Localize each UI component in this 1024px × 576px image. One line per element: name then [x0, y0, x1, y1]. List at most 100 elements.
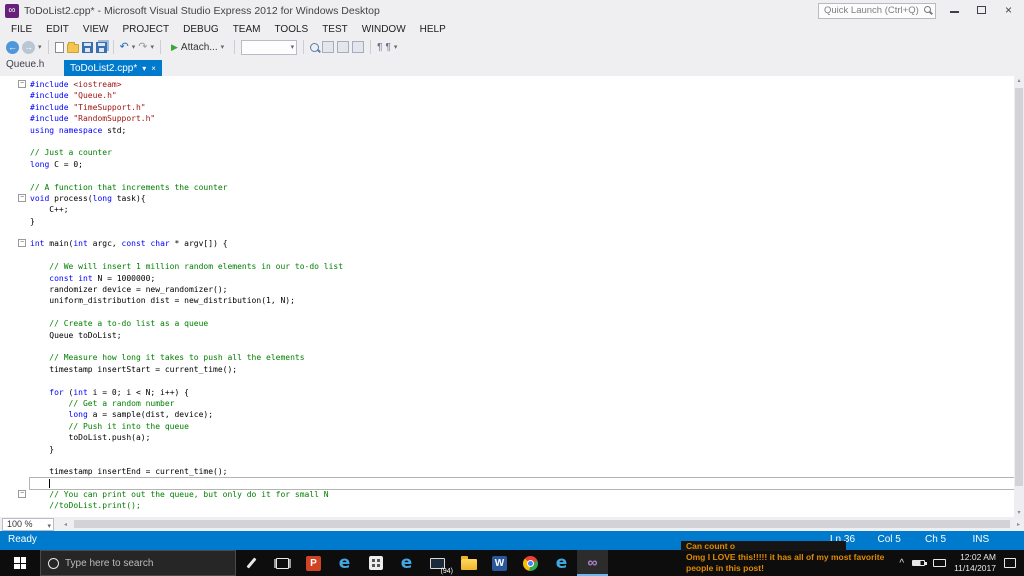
uncomment-icon[interactable]: [337, 41, 350, 53]
code-line[interactable]: using namespace std;: [30, 125, 1014, 136]
close-button[interactable]: ×: [995, 0, 1022, 19]
menu-view[interactable]: VIEW: [76, 24, 116, 35]
undo-icon[interactable]: ↶: [120, 41, 129, 53]
navigate-forward-icon[interactable]: →: [22, 40, 35, 54]
code-line[interactable]: // A function that increments the counte…: [30, 182, 1014, 193]
find-in-files-icon[interactable]: [310, 42, 320, 52]
quick-launch-input[interactable]: Quick Launch (Ctrl+Q): [818, 3, 936, 19]
code-line[interactable]: // Measure how long it takes to push all…: [30, 352, 1014, 363]
restore-button[interactable]: [968, 0, 995, 19]
code-line[interactable]: // We will insert 1 million random eleme…: [30, 261, 1014, 272]
code-line[interactable]: //toDoList.print();: [30, 500, 1014, 511]
code-line[interactable]: − int main(int argc, const char * argv[])…: [18, 238, 1014, 249]
code-line[interactable]: uniform_distribution dist = new_distribu…: [30, 295, 1014, 306]
code-line[interactable]: [30, 341, 1014, 352]
open-file-icon[interactable]: [66, 41, 79, 53]
code-line[interactable]: // Just a counter: [30, 147, 1014, 158]
code-line[interactable]: [30, 375, 1014, 386]
vertical-scrollbar[interactable]: ▴ ▾: [1014, 76, 1024, 517]
code-line[interactable]: for (int i = 0; i < N; i++) {: [30, 387, 1014, 398]
taskbar-pen-button[interactable]: [236, 550, 267, 576]
code-line[interactable]: toDoList.push(a);: [30, 432, 1014, 443]
bookmark-icon[interactable]: [352, 41, 365, 53]
code-line[interactable]: #include "Queue.h": [30, 90, 1014, 101]
zoom-dropdown[interactable]: 100 % ▾: [2, 517, 54, 531]
code-line[interactable]: − #include <iostream>: [18, 79, 1014, 90]
taskbar-file-explorer-button[interactable]: [453, 550, 484, 576]
menu-team[interactable]: TEAM: [226, 24, 268, 35]
save-all-icon[interactable]: [95, 41, 107, 53]
taskbar-powerpoint-button[interactable]: P: [298, 550, 329, 576]
taskbar-task-view-button[interactable]: [267, 550, 298, 576]
code-line[interactable]: Queue toDoList;: [30, 330, 1014, 341]
code-line[interactable]: − // You can print out the queue, but on…: [18, 489, 1014, 500]
code-line[interactable]: [30, 227, 1014, 238]
fold-collapse-icon[interactable]: −: [18, 80, 26, 88]
taskbar-chrome-button[interactable]: [515, 550, 546, 576]
vertical-scroll-thumb[interactable]: [1015, 88, 1023, 486]
scroll-left-icon[interactable]: ◂: [64, 521, 67, 528]
code-line[interactable]: }: [30, 444, 1014, 455]
navigate-back-icon[interactable]: ←: [6, 40, 19, 54]
code-editor[interactable]: − #include <iostream> #include "Queue.h" #i…: [0, 76, 1024, 517]
code-line[interactable]: #include "RandomSupport.h": [30, 113, 1014, 124]
code-line[interactable]: // Create a to-do list as a queue: [30, 318, 1014, 329]
taskbar-edge-button-2[interactable]: e: [391, 550, 422, 576]
code-line[interactable]: [30, 455, 1014, 466]
save-icon[interactable]: [81, 41, 93, 53]
navigate-dropdown-caret[interactable]: ▾: [38, 43, 42, 51]
taskbar-monitor-button[interactable]: (94): [422, 550, 453, 576]
menu-debug[interactable]: DEBUG: [176, 24, 226, 35]
code-line[interactable]: }: [30, 216, 1014, 227]
tab-todolist2-active[interactable]: ToDoList2.cpp* ▾ ×: [64, 60, 162, 76]
menu-project[interactable]: PROJECT: [115, 24, 176, 35]
menu-file[interactable]: FILE: [4, 24, 39, 35]
attach-button[interactable]: ▶ Attach... ▾: [167, 42, 228, 53]
code-line[interactable]: #include "TimeSupport.h": [30, 102, 1014, 113]
solution-configurations-dropdown[interactable]: ▾: [241, 39, 298, 55]
menu-help[interactable]: HELP: [413, 24, 453, 35]
minimize-button[interactable]: [941, 0, 968, 19]
toolbar-overflow-button[interactable]: ▾: [394, 43, 398, 51]
menu-test[interactable]: TEST: [315, 24, 355, 35]
scroll-up-icon[interactable]: ▴: [1014, 77, 1024, 84]
code-line[interactable]: // Push it into the queue: [30, 421, 1014, 432]
code-line[interactable]: [29, 476, 1014, 491]
scroll-down-icon[interactable]: ▾: [1014, 509, 1024, 516]
taskbar-edge-button-1[interactable]: e: [329, 550, 360, 576]
scroll-right-icon[interactable]: ▸: [1017, 521, 1020, 528]
undo-dropdown-caret[interactable]: ▾: [132, 43, 136, 51]
taskbar-edge-button-3[interactable]: e: [546, 550, 577, 576]
formatting-marks-icon-2[interactable]: ¶: [385, 42, 390, 53]
fold-collapse-icon[interactable]: −: [18, 193, 26, 202]
code-area[interactable]: − #include <iostream> #include "Queue.h" #i…: [0, 79, 1014, 517]
code-line[interactable]: [30, 307, 1014, 318]
taskbar-visual-studio-button[interactable]: ∞: [577, 550, 608, 576]
fold-collapse-icon[interactable]: −: [18, 490, 26, 499]
code-line[interactable]: const int N = 1000000;: [30, 273, 1014, 284]
code-line[interactable]: long C = 0;: [30, 159, 1014, 170]
taskbar-word-button[interactable]: W: [484, 550, 515, 576]
code-line[interactable]: timestamp insertEnd = current_time();: [30, 466, 1014, 477]
horizontal-scroll-thumb[interactable]: [74, 520, 1010, 528]
code-line[interactable]: [30, 250, 1014, 261]
comment-icon[interactable]: [322, 41, 335, 53]
code-line[interactable]: [30, 136, 1014, 147]
action-center-icon[interactable]: [1004, 558, 1016, 568]
tab-close-icon[interactable]: ×: [151, 64, 156, 73]
formatting-marks-icon[interactable]: ¶: [377, 42, 382, 53]
new-file-icon[interactable]: [54, 41, 64, 53]
code-line[interactable]: randomizer device = new_randomizer();: [30, 284, 1014, 295]
menu-tools[interactable]: TOOLS: [267, 24, 315, 35]
taskbar-store-button[interactable]: [360, 550, 391, 576]
code-line[interactable]: timestamp insertStart = current_time();: [30, 364, 1014, 375]
tab-dropdown-caret[interactable]: ▾: [142, 64, 146, 73]
code-line[interactable]: long a = sample(dist, device);: [30, 409, 1014, 420]
code-line[interactable]: − void process(long task){: [18, 193, 1014, 204]
fold-collapse-icon[interactable]: −: [18, 239, 26, 248]
tab-queue-h[interactable]: Queue.h: [6, 59, 44, 70]
redo-dropdown-caret[interactable]: ▾: [150, 43, 154, 51]
horizontal-scrollbar[interactable]: ◂ ▸: [62, 517, 1022, 531]
redo-icon[interactable]: ↷: [138, 41, 147, 53]
menu-window[interactable]: WINDOW: [355, 24, 413, 35]
